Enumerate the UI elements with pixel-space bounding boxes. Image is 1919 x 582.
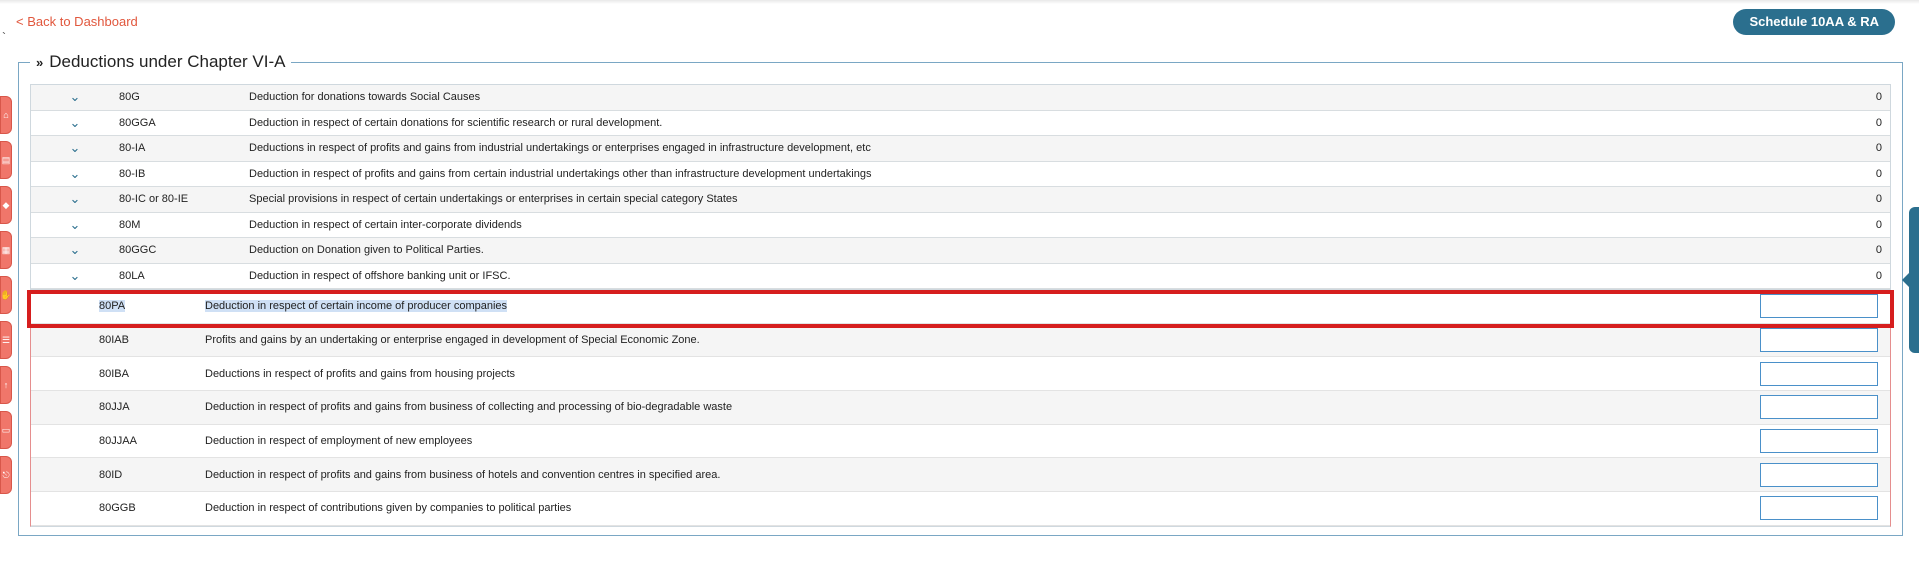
section-description: Deduction in respect of certain inter-co… [249,218,522,231]
sub-table-row: 80IBA Deductions in respect of profits a… [31,357,1890,392]
sub-section-description: Deduction in respect of contributions gi… [205,502,572,515]
section-code: 80GGA [119,116,156,129]
section-value: 0 [1875,142,1882,155]
amount-input-80jjaa[interactable] [1760,429,1878,454]
section-value: 0 [1875,193,1882,206]
upload-icon[interactable]: ↑ [0,366,12,404]
80la-subsection-table: 80PA Deduction in respect of certain inc… [30,290,1891,527]
table-row[interactable]: ⌄ 80M Deduction in respect of certain in… [31,212,1890,238]
section-code: 80LA [119,269,145,282]
gift-icon[interactable]: ◆ [0,186,12,224]
stray-mark: ` [2,30,6,44]
sub-table-row: 80IAB Profits and gains by an undertakin… [31,323,1890,358]
table-row[interactable]: ⌄ 80-IC or 80-IE Special provisions in r… [31,187,1890,213]
chevron-down-icon[interactable]: ⌄ [31,166,119,182]
hand-icon[interactable]: ✋ [0,276,12,314]
section-description: Deduction in respect of certain donation… [249,116,663,129]
exit-icon[interactable]: ⎋ [0,456,12,494]
section-description: Deductions in respect of profits and gai… [249,142,871,155]
amount-input-80iba[interactable] [1760,361,1878,386]
section-legend[interactable]: » Deductions under Chapter VI-A [30,52,292,72]
table-row[interactable]: ⌄ 80LA Deduction in respect of offshore … [31,263,1890,289]
sub-section-description: Deduction in respect of profits and gain… [205,401,733,414]
sub-section-code: 80ID [99,468,123,481]
chevron-down-icon[interactable]: ⌄ [31,217,119,233]
section-description: Deduction for donations towards Social C… [249,91,481,104]
sub-section-code: 80IBA [99,367,129,380]
table-row[interactable]: ⌄ 80-IB Deduction in respect of profits … [31,161,1890,187]
sub-section-code: 80GGB [99,502,136,515]
section-code: 80-IA [119,142,146,155]
chevron-down-icon[interactable]: ⌄ [31,242,119,258]
sub-table-row: 80ID Deduction in respect of profits and… [31,458,1890,493]
sub-section-description: Deduction in respect of profits and gain… [205,468,721,481]
section-value: 0 [1875,116,1882,129]
topbar-shadow [0,0,1919,4]
section-value: 0 [1875,167,1882,180]
document-icon[interactable]: ▤ [0,141,12,179]
section-description: Special provisions in respect of certain… [249,193,738,206]
section-value: 0 [1875,91,1882,104]
chevron-down-icon[interactable]: ⌄ [31,191,119,207]
section-value: 0 [1875,269,1882,282]
sub-section-code: 80JJAA [99,435,137,448]
amount-input-80pa[interactable] [1760,294,1878,319]
chevron-down-icon[interactable]: ⌄ [31,89,119,105]
amount-input-80ggb[interactable] [1760,496,1878,521]
sub-section-code: 80IAB [99,334,129,347]
section-title: Deductions under Chapter VI-A [49,52,286,71]
section-code: 80-IC or 80-IE [119,193,189,206]
amount-input-80jja[interactable] [1760,395,1878,420]
section-code: 80-IB [119,167,146,180]
list-icon[interactable]: ☰ [0,321,12,359]
sub-section-description: Deductions in respect of profits and gai… [205,367,515,380]
sub-section-description: Deduction in respect of employment of ne… [205,435,473,448]
sub-table-row: 80PA Deduction in respect of certain inc… [31,290,1890,324]
form-icon[interactable]: ▦ [0,231,12,269]
sub-section-code: 80JJA [99,401,130,414]
section-description: Deduction in respect of offshore banking… [249,269,511,282]
section-code: 80M [119,218,141,231]
sub-section-code: 80PA [99,300,126,313]
table-row[interactable]: ⌄ 80-IA Deductions in respect of profits… [31,136,1890,162]
section-value: 0 [1875,244,1882,257]
chevron-down-icon[interactable]: ⌄ [31,140,119,156]
chevron-down-icon[interactable]: ⌄ [31,115,119,131]
sub-table-row: 80JJAA Deduction in respect of employmen… [31,424,1890,459]
deductions-table: ⌄ 80G Deduction for donations towards So… [30,84,1891,290]
section-code: 80GGC [119,244,157,257]
back-to-dashboard-link[interactable]: Back to Dashboard [16,14,138,29]
table-row[interactable]: ⌄ 80GGA Deduction in respect of certain … [31,110,1890,136]
section-value: 0 [1875,218,1882,231]
chevron-down-icon[interactable]: ⌄ [31,268,119,284]
section-description: Deduction in respect of profits and gain… [249,167,872,180]
collapse-chevron-icon[interactable]: » [36,55,43,70]
sub-table-row: 80JJA Deduction in respect of profits an… [31,391,1890,425]
section-code: 80G [119,91,140,104]
side-tab-strip: ⌂ ▤ ◆ ▦ ✋ ☰ ↑ ▭ ⎋ [0,96,14,501]
sub-table-row: 80GGB Deduction in respect of contributi… [31,492,1890,526]
sub-section-description: Profits and gains by an undertaking or e… [205,334,700,347]
amount-input-80iab[interactable] [1760,328,1878,353]
sub-section-description: Deduction in respect of certain income o… [205,300,508,313]
section-description: Deduction on Donation given to Political… [249,244,484,257]
right-panel-handle[interactable] [1902,207,1919,353]
file-icon[interactable]: ▭ [0,411,12,449]
table-row[interactable]: ⌄ 80G Deduction for donations towards So… [31,85,1890,111]
home-icon[interactable]: ⌂ [0,96,12,134]
amount-input-80id[interactable] [1760,462,1878,487]
schedule-10aa-ra-button[interactable]: Schedule 10AA & RA [1733,9,1895,35]
table-row[interactable]: ⌄ 80GGC Deduction on Donation given to P… [31,238,1890,264]
